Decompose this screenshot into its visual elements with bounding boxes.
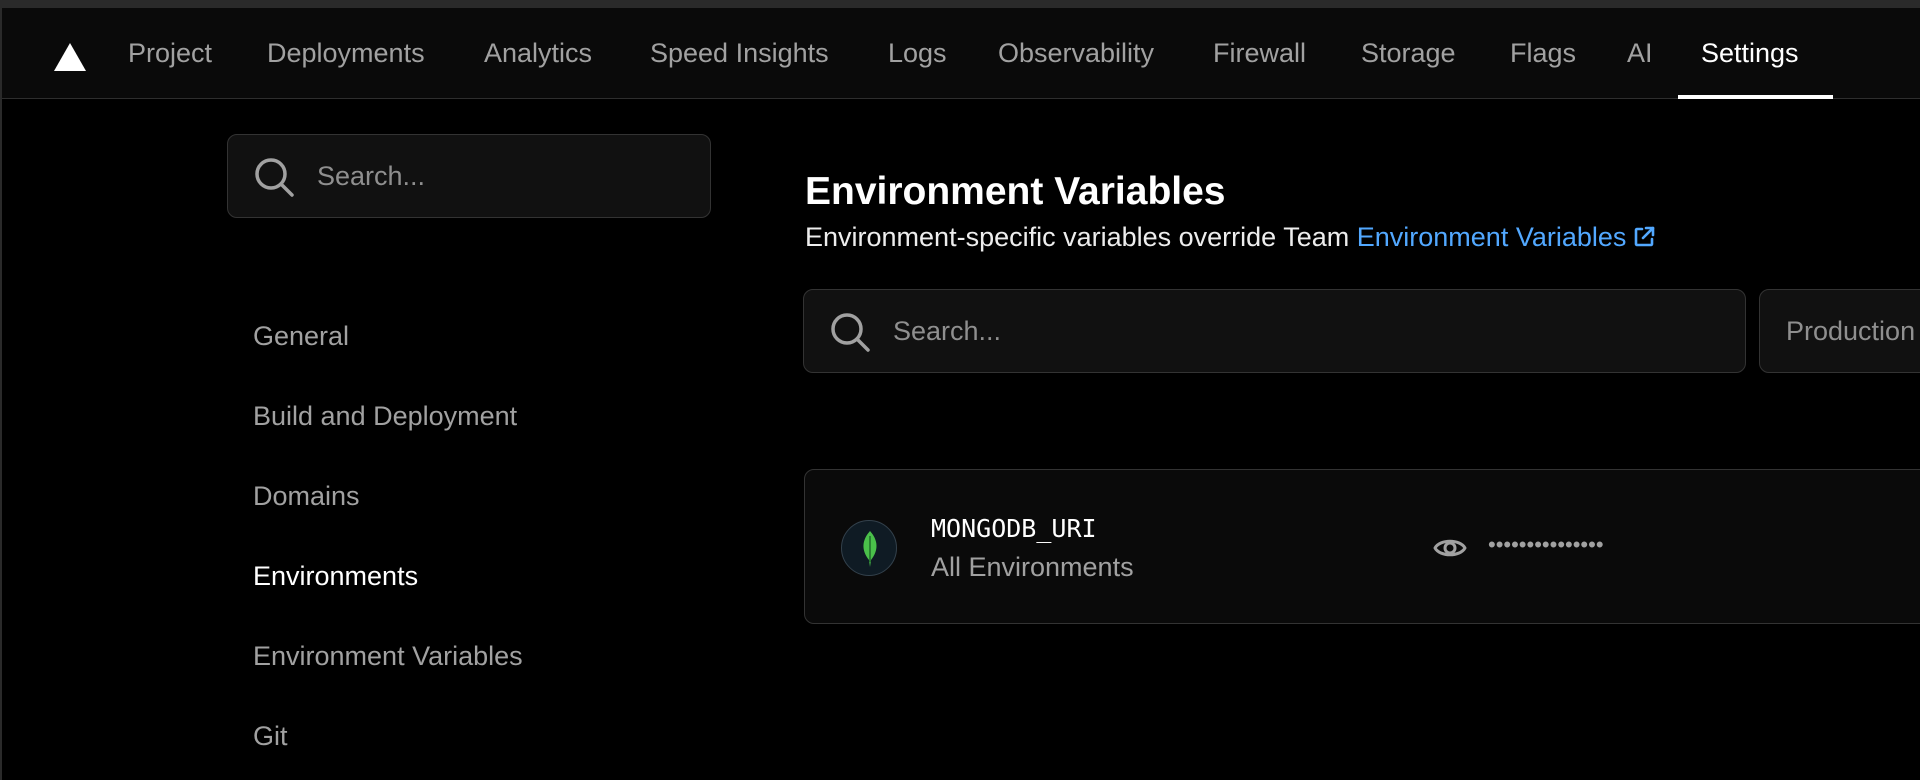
sidebar-item-environment-variables[interactable]: Environment Variables	[253, 636, 523, 676]
eye-icon[interactable]	[1432, 530, 1468, 566]
variable-name[interactable]: MONGODB_URI	[931, 514, 1097, 543]
mongodb-leaf-icon	[841, 520, 897, 576]
team-env-vars-link[interactable]: Environment Variables	[1357, 222, 1657, 252]
page-subtitle: Environment-specific variables override …	[805, 222, 1656, 253]
tab-observability[interactable]: Observability	[998, 8, 1154, 99]
sidebar-search-box[interactable]	[227, 134, 711, 218]
sidebar-item-domains[interactable]: Domains	[253, 476, 360, 516]
variable-scope: All Environments	[931, 552, 1134, 582]
sidebar-item-git[interactable]: Git	[253, 716, 288, 756]
team-env-vars-link-label: Environment Variables	[1356, 222, 1627, 252]
triangle-logo-icon[interactable]	[52, 41, 88, 73]
tab-speed-insights[interactable]: Speed Insights	[650, 8, 829, 99]
variable-masked-value: •••••••••••••••	[1488, 532, 1604, 557]
active-tab-indicator	[1678, 95, 1833, 99]
sidebar-search-input[interactable]	[317, 135, 697, 217]
tab-project[interactable]: Project	[128, 8, 212, 99]
search-icon	[252, 155, 296, 199]
tab-storage[interactable]: Storage	[1361, 8, 1456, 99]
sidebar-item-build-and-deployment[interactable]: Build and Deployment	[253, 396, 517, 436]
sidebar-item-environments[interactable]: Environments	[253, 556, 418, 596]
subtitle-text: Environment-specific variables override …	[805, 222, 1350, 252]
tab-flags[interactable]: Flags	[1510, 8, 1576, 99]
window-top-strip	[0, 0, 1920, 8]
window-left-border	[0, 8, 2, 780]
external-link-icon	[1632, 225, 1656, 249]
tab-analytics[interactable]: Analytics	[484, 8, 592, 99]
variables-search-input[interactable]	[893, 290, 1733, 372]
top-navigation: Project Deployments Analytics Speed Insi…	[2, 8, 1920, 99]
environment-filter-value: Production	[1786, 316, 1916, 346]
tab-firewall[interactable]: Firewall	[1213, 8, 1306, 99]
search-icon	[828, 310, 872, 354]
environment-filter-select[interactable]: Production	[1759, 289, 1920, 373]
env-variable-row: MONGODB_URI All Environments •••••••••••…	[804, 469, 1920, 624]
tab-settings[interactable]: Settings	[1701, 8, 1799, 99]
tab-deployments[interactable]: Deployments	[267, 8, 425, 99]
sidebar-item-general[interactable]: General	[253, 316, 349, 356]
variables-search-box[interactable]	[803, 289, 1746, 373]
page-title: Environment Variables	[805, 170, 1226, 213]
tab-logs[interactable]: Logs	[888, 8, 947, 99]
tab-ai[interactable]: AI	[1627, 8, 1653, 99]
